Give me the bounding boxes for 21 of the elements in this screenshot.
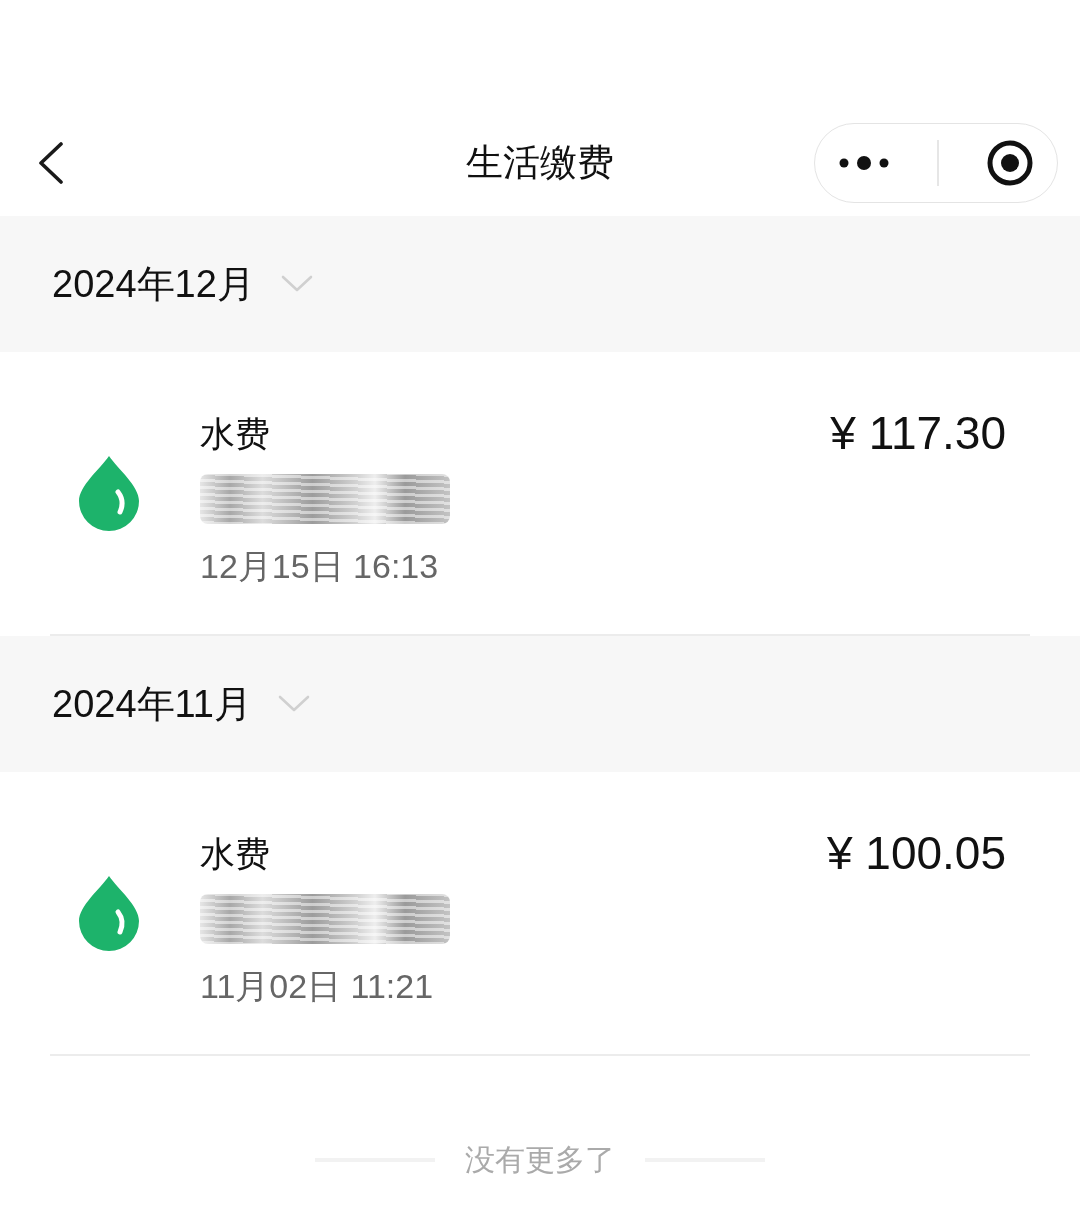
- payment-amount: ¥ 100.05: [826, 826, 1006, 881]
- chevron-down-icon: [278, 695, 310, 713]
- payment-amount: ¥ 117.30: [830, 406, 1006, 461]
- bill-record-row[interactable]: 水费 11月02日 11:21 ¥ 100.05: [50, 772, 1030, 1056]
- back-icon: [38, 142, 64, 184]
- more-button[interactable]: [839, 156, 890, 170]
- more-icon: [839, 156, 890, 170]
- month-picker[interactable]: 2024年12月: [52, 260, 313, 308]
- bill-type-label: 水费: [200, 833, 270, 875]
- month-picker[interactable]: 2024年11月: [52, 680, 310, 728]
- ring-dot-icon: [986, 140, 1033, 186]
- payment-time: 11月02日 11:21: [200, 966, 434, 1007]
- water-drop-icon: [78, 455, 140, 531]
- chevron-down-icon: [280, 275, 313, 293]
- end-of-list-text: 没有更多了: [465, 1142, 615, 1178]
- circle-button[interactable]: [986, 140, 1033, 186]
- payment-time: 12月15日 16:13: [200, 546, 439, 587]
- water-drop-icon: [78, 875, 140, 951]
- bill-record-row[interactable]: 水费 12月15日 16:13 ¥ 117.30: [50, 352, 1030, 636]
- page-title: 生活缴费: [466, 141, 614, 185]
- bill-type-label: 水费: [200, 413, 270, 455]
